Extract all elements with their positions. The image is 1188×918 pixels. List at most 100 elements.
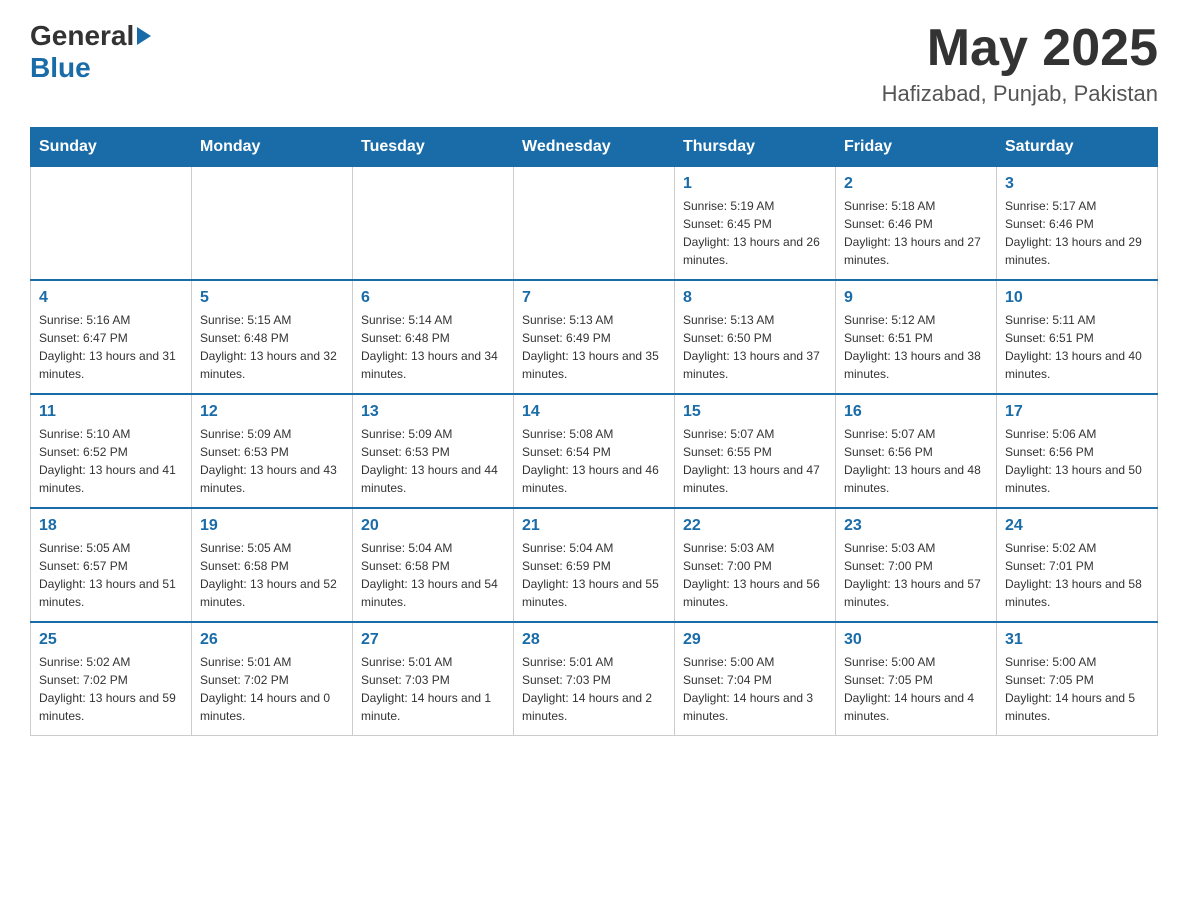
day-info: Sunrise: 5:02 AM Sunset: 7:01 PM Dayligh… — [1005, 539, 1149, 611]
day-number: 16 — [844, 403, 988, 421]
day-number: 19 — [200, 517, 344, 535]
day-info: Sunrise: 5:03 AM Sunset: 7:00 PM Dayligh… — [683, 539, 827, 611]
calendar-cell: 10Sunrise: 5:11 AM Sunset: 6:51 PM Dayli… — [997, 280, 1158, 394]
day-number: 17 — [1005, 403, 1149, 421]
logo-general-text: General — [30, 20, 134, 52]
day-info: Sunrise: 5:01 AM Sunset: 7:03 PM Dayligh… — [522, 653, 666, 725]
day-info: Sunrise: 5:02 AM Sunset: 7:02 PM Dayligh… — [39, 653, 183, 725]
calendar-cell: 21Sunrise: 5:04 AM Sunset: 6:59 PM Dayli… — [514, 508, 675, 622]
day-number: 30 — [844, 631, 988, 649]
day-number: 27 — [361, 631, 505, 649]
calendar-week-row: 4 Sunrise: 5:16 AM Sunset: 6:47 PM Daylig… — [31, 280, 1158, 394]
day-info: Sunrise: 5:01 AM Sunset: 7:02 PM Dayligh… — [200, 653, 344, 725]
calendar-header-monday: Monday — [192, 128, 353, 167]
logo-blue-text: Blue — [30, 52, 91, 84]
calendar-cell — [31, 167, 192, 281]
day-number: 14 — [522, 403, 666, 421]
title-block: May 2025 Hafizabad, Punjab, Pakistan — [882, 20, 1158, 107]
day-info: Sunrise: 5:03 AM Sunset: 7:00 PM Dayligh… — [844, 539, 988, 611]
calendar-header-saturday: Saturday — [997, 128, 1158, 167]
day-number: 9 — [844, 289, 988, 307]
logo: General Blue — [30, 20, 151, 84]
calendar-cell: 30 Sunrise: 5:00 AM Sunset: 7:05 PM Dayli… — [836, 622, 997, 736]
calendar-cell: 22 Sunrise: 5:03 AM Sunset: 7:00 PM Dayli… — [675, 508, 836, 622]
calendar-cell — [353, 167, 514, 281]
calendar-cell — [192, 167, 353, 281]
day-info: Sunrise: 5:19 AM Sunset: 6:45 PM Dayligh… — [683, 197, 827, 269]
calendar-table: SundayMondayTuesdayWednesdayThursdayFrid… — [30, 127, 1158, 736]
calendar-cell: 18 Sunrise: 5:05 AM Sunset: 6:57 PM Dayli… — [31, 508, 192, 622]
calendar-week-row: 1 Sunrise: 5:19 AM Sunset: 6:45 PM Daylig… — [31, 167, 1158, 281]
day-info: Sunrise: 5:13 AM Sunset: 6:50 PM Dayligh… — [683, 311, 827, 383]
day-number: 29 — [683, 631, 827, 649]
day-info: Sunrise: 5:11 AM Sunset: 6:51 PM Dayligh… — [1005, 311, 1149, 383]
day-number: 25 — [39, 631, 183, 649]
day-info: Sunrise: 5:14 AM Sunset: 6:48 PM Dayligh… — [361, 311, 505, 383]
calendar-header-row: SundayMondayTuesdayWednesdayThursdayFrid… — [31, 128, 1158, 167]
day-info: Sunrise: 5:00 AM Sunset: 7:05 PM Dayligh… — [844, 653, 988, 725]
calendar-cell: 9 Sunrise: 5:12 AM Sunset: 6:51 PM Daylig… — [836, 280, 997, 394]
day-info: Sunrise: 5:01 AM Sunset: 7:03 PM Dayligh… — [361, 653, 505, 725]
day-info: Sunrise: 5:07 AM Sunset: 6:55 PM Dayligh… — [683, 425, 827, 497]
location-title: Hafizabad, Punjab, Pakistan — [882, 81, 1158, 107]
day-info: Sunrise: 5:16 AM Sunset: 6:47 PM Dayligh… — [39, 311, 183, 383]
day-info: Sunrise: 5:17 AM Sunset: 6:46 PM Dayligh… — [1005, 197, 1149, 269]
day-number: 12 — [200, 403, 344, 421]
logo-triangle-icon — [137, 27, 151, 45]
calendar-header-friday: Friday — [836, 128, 997, 167]
calendar-cell — [514, 167, 675, 281]
day-number: 21 — [522, 517, 666, 535]
day-number: 18 — [39, 517, 183, 535]
calendar-cell: 12 Sunrise: 5:09 AM Sunset: 6:53 PM Dayli… — [192, 394, 353, 508]
calendar-cell: 24Sunrise: 5:02 AM Sunset: 7:01 PM Dayli… — [997, 508, 1158, 622]
day-number: 1 — [683, 175, 827, 193]
day-number: 6 — [361, 289, 505, 307]
calendar-header-wednesday: Wednesday — [514, 128, 675, 167]
day-number: 8 — [683, 289, 827, 307]
calendar-cell: 25 Sunrise: 5:02 AM Sunset: 7:02 PM Dayli… — [31, 622, 192, 736]
calendar-cell: 13Sunrise: 5:09 AM Sunset: 6:53 PM Dayli… — [353, 394, 514, 508]
calendar-cell: 26Sunrise: 5:01 AM Sunset: 7:02 PM Dayli… — [192, 622, 353, 736]
calendar-week-row: 25 Sunrise: 5:02 AM Sunset: 7:02 PM Dayli… — [31, 622, 1158, 736]
calendar-cell: 16 Sunrise: 5:07 AM Sunset: 6:56 PM Dayli… — [836, 394, 997, 508]
calendar-cell: 29 Sunrise: 5:00 AM Sunset: 7:04 PM Dayli… — [675, 622, 836, 736]
day-info: Sunrise: 5:04 AM Sunset: 6:58 PM Dayligh… — [361, 539, 505, 611]
calendar-cell: 11Sunrise: 5:10 AM Sunset: 6:52 PM Dayli… — [31, 394, 192, 508]
calendar-cell: 6 Sunrise: 5:14 AM Sunset: 6:48 PM Daylig… — [353, 280, 514, 394]
day-number: 22 — [683, 517, 827, 535]
calendar-cell: 19 Sunrise: 5:05 AM Sunset: 6:58 PM Dayli… — [192, 508, 353, 622]
day-info: Sunrise: 5:09 AM Sunset: 6:53 PM Dayligh… — [361, 425, 505, 497]
calendar-cell: 8 Sunrise: 5:13 AM Sunset: 6:50 PM Daylig… — [675, 280, 836, 394]
day-number: 23 — [844, 517, 988, 535]
day-number: 20 — [361, 517, 505, 535]
day-number: 3 — [1005, 175, 1149, 193]
day-info: Sunrise: 5:00 AM Sunset: 7:04 PM Dayligh… — [683, 653, 827, 725]
day-number: 4 — [39, 289, 183, 307]
calendar-cell: 28 Sunrise: 5:01 AM Sunset: 7:03 PM Dayli… — [514, 622, 675, 736]
page-header: General Blue May 2025 Hafizabad, Punjab,… — [30, 20, 1158, 107]
calendar-header-sunday: Sunday — [31, 128, 192, 167]
day-number: 15 — [683, 403, 827, 421]
day-info: Sunrise: 5:12 AM Sunset: 6:51 PM Dayligh… — [844, 311, 988, 383]
day-info: Sunrise: 5:06 AM Sunset: 6:56 PM Dayligh… — [1005, 425, 1149, 497]
calendar-header-tuesday: Tuesday — [353, 128, 514, 167]
day-info: Sunrise: 5:05 AM Sunset: 6:57 PM Dayligh… — [39, 539, 183, 611]
day-info: Sunrise: 5:05 AM Sunset: 6:58 PM Dayligh… — [200, 539, 344, 611]
calendar-cell: 27 Sunrise: 5:01 AM Sunset: 7:03 PM Dayli… — [353, 622, 514, 736]
day-number: 28 — [522, 631, 666, 649]
day-info: Sunrise: 5:07 AM Sunset: 6:56 PM Dayligh… — [844, 425, 988, 497]
month-title: May 2025 — [882, 20, 1158, 77]
day-info: Sunrise: 5:10 AM Sunset: 6:52 PM Dayligh… — [39, 425, 183, 497]
calendar-cell: 5Sunrise: 5:15 AM Sunset: 6:48 PM Daylig… — [192, 280, 353, 394]
calendar-cell: 2 Sunrise: 5:18 AM Sunset: 6:46 PM Daylig… — [836, 167, 997, 281]
calendar-cell: 17 Sunrise: 5:06 AM Sunset: 6:56 PM Dayli… — [997, 394, 1158, 508]
calendar-cell: 3 Sunrise: 5:17 AM Sunset: 6:46 PM Daylig… — [997, 167, 1158, 281]
calendar-cell: 4 Sunrise: 5:16 AM Sunset: 6:47 PM Daylig… — [31, 280, 192, 394]
day-info: Sunrise: 5:09 AM Sunset: 6:53 PM Dayligh… — [200, 425, 344, 497]
day-info: Sunrise: 5:08 AM Sunset: 6:54 PM Dayligh… — [522, 425, 666, 497]
day-info: Sunrise: 5:18 AM Sunset: 6:46 PM Dayligh… — [844, 197, 988, 269]
day-number: 2 — [844, 175, 988, 193]
day-number: 5 — [200, 289, 344, 307]
calendar-header-thursday: Thursday — [675, 128, 836, 167]
calendar-cell: 15 Sunrise: 5:07 AM Sunset: 6:55 PM Dayli… — [675, 394, 836, 508]
